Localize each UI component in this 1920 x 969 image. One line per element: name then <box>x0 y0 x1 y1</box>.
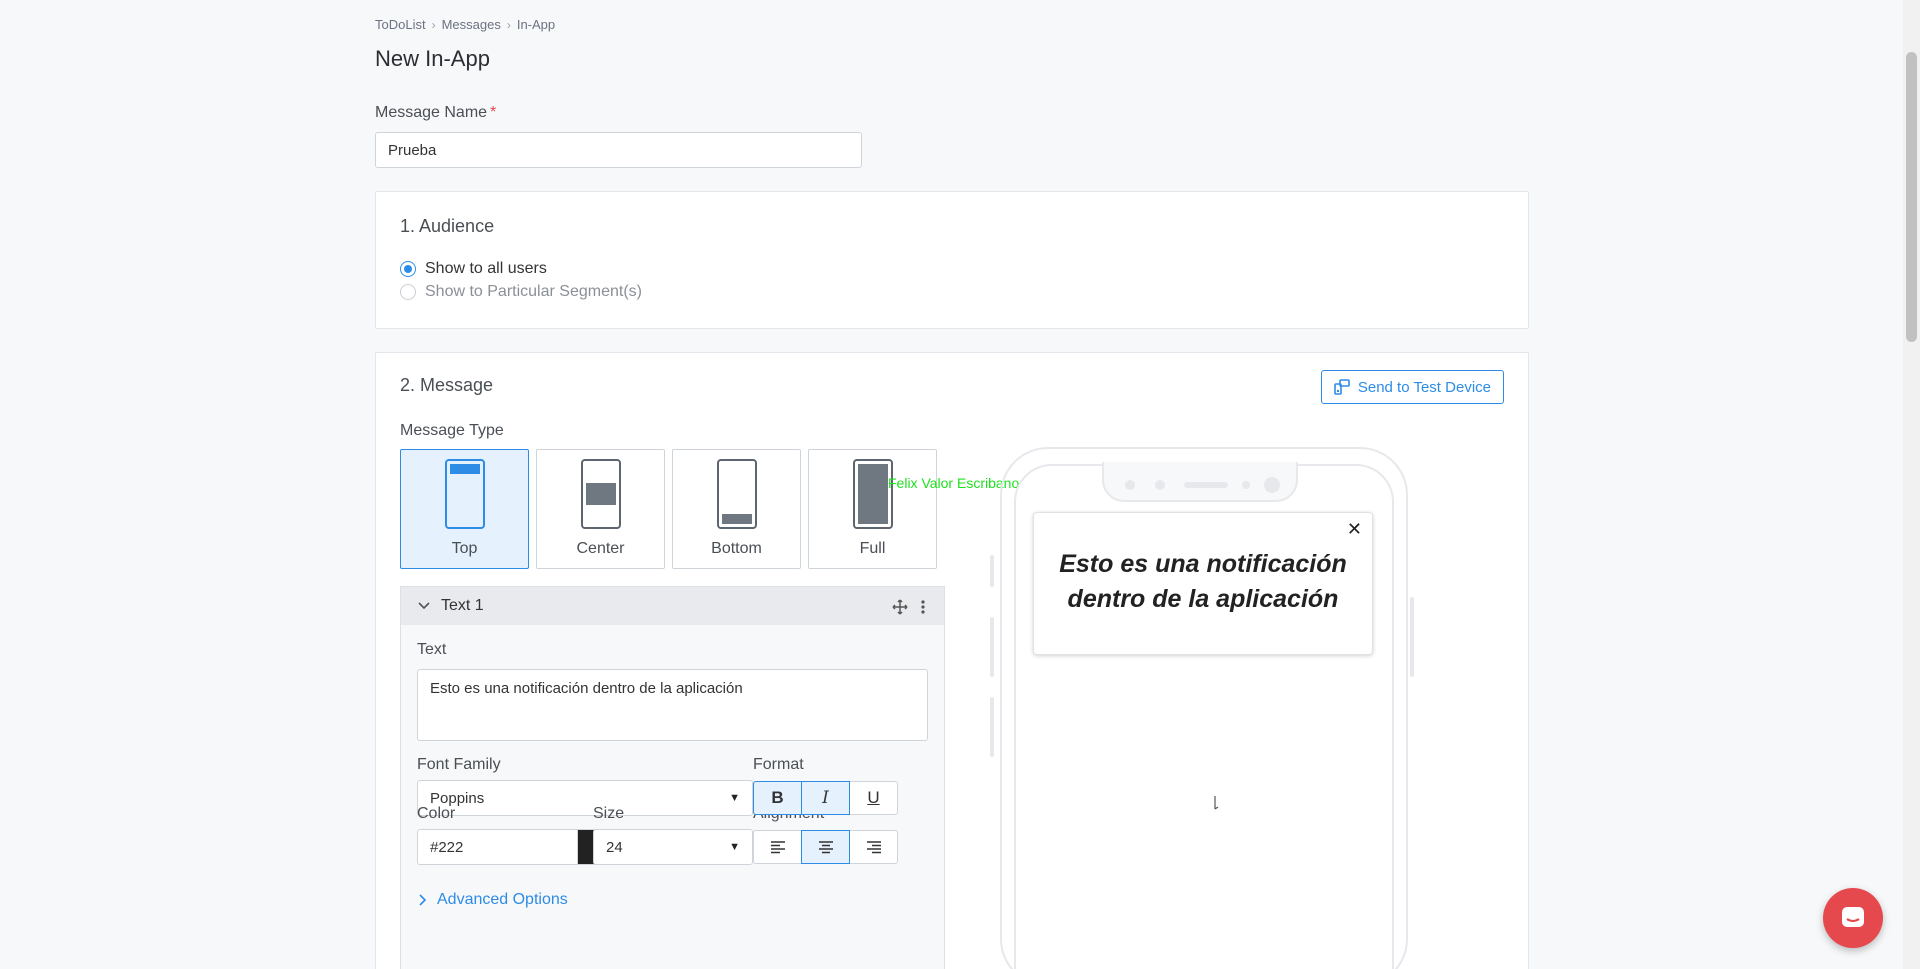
font-family-value: Poppins <box>430 789 485 807</box>
type-center-icon <box>580 459 621 529</box>
align-center-button[interactable] <box>801 830 850 864</box>
italic-icon: I <box>822 788 829 808</box>
type-bottom-icon <box>716 459 757 529</box>
test-device-icon <box>1334 379 1350 395</box>
phone-notch <box>1102 462 1298 502</box>
notch-sensors-icon <box>1125 477 1280 493</box>
radio-segments-dot[interactable] <box>400 284 416 300</box>
underline-button[interactable]: U <box>849 781 898 815</box>
audience-title: 1. Audience <box>400 216 495 236</box>
color-label: Color <box>417 805 456 822</box>
type-center-tile[interactable]: Center <box>536 449 665 569</box>
align-right-icon <box>866 841 881 854</box>
radio-all-users-label: Show to all users <box>425 260 547 277</box>
message-name-label: Message Name * <box>375 104 496 122</box>
phone-side-button <box>990 697 994 757</box>
move-icon[interactable] <box>892 599 908 615</box>
alignment-buttons <box>753 830 898 864</box>
format-buttons: B I U <box>753 781 898 815</box>
send-to-test-device-label: Send to Test Device <box>1357 378 1491 396</box>
breadcrumb: ToDoList › Messages › In-App <box>375 17 555 32</box>
font-family-select[interactable]: Poppins ▼ <box>417 780 753 816</box>
chevron-right-icon <box>419 894 427 906</box>
type-top-label: Top <box>451 540 478 557</box>
text-input[interactable]: Esto es una notificación dentro de la ap… <box>417 669 928 741</box>
message-name-label-text: Message Name <box>375 104 488 121</box>
type-full-tile[interactable]: Full <box>808 449 937 569</box>
chat-icon <box>1842 907 1864 927</box>
required-mark: * <box>490 104 497 121</box>
notification-text: Esto es una notificación dentro de la ap… <box>1059 550 1347 613</box>
bold-button[interactable]: B <box>753 781 802 815</box>
close-icon[interactable]: ✕ <box>1347 519 1362 540</box>
text-label: Text <box>417 641 447 658</box>
bold-icon: B <box>771 788 784 807</box>
message-type-label: Message Type <box>400 422 504 439</box>
text-block-body: Text Esto es una notificación dentro de … <box>400 625 945 969</box>
underline-icon: U <box>867 788 880 807</box>
breadcrumb-item-in-app: In-App <box>516 17 556 32</box>
message-title: 2. Message <box>400 375 494 395</box>
phone-side-button <box>1410 597 1414 677</box>
phone-side-button <box>990 555 994 587</box>
type-full-icon <box>852 459 893 529</box>
more-options-icon[interactable] <box>920 599 926 615</box>
align-left-button[interactable] <box>753 830 802 864</box>
type-center-label: Center <box>576 540 625 557</box>
type-full-label: Full <box>859 540 886 557</box>
radio-all-users-dot[interactable] <box>400 261 416 277</box>
radio-segments[interactable]: Show to Particular Segment(s) <box>400 283 642 301</box>
page-scrollbar[interactable] <box>1903 0 1920 969</box>
message-name-input[interactable] <box>375 132 862 168</box>
type-top-icon <box>444 459 485 529</box>
breadcrumb-separator: › <box>431 17 436 32</box>
breadcrumb-item-messages[interactable]: Messages <box>442 17 501 32</box>
caret-down-icon: ▼ <box>729 792 740 804</box>
align-right-button[interactable] <box>849 830 898 864</box>
chat-launcher-button[interactable] <box>1823 888 1883 948</box>
size-value: 24 <box>606 838 623 856</box>
type-bottom-tile[interactable]: Bottom <box>672 449 801 569</box>
audience-card: 1. Audience Show to all users Show to Pa… <box>375 191 1529 329</box>
type-bottom-label: Bottom <box>711 540 762 557</box>
align-center-icon <box>818 841 833 854</box>
send-to-test-device-button[interactable]: Send to Test Device <box>1320 370 1504 404</box>
radio-segments-label: Show to Particular Segment(s) <box>425 283 642 300</box>
text-block-title: Text 1 <box>441 597 484 614</box>
size-label: Size <box>593 805 625 822</box>
breadcrumb-separator: › <box>506 17 511 32</box>
text-cursor-icon <box>1214 796 1219 810</box>
type-top-tile[interactable]: Top <box>400 449 529 569</box>
advanced-options-toggle[interactable]: Advanced Options <box>417 891 568 909</box>
size-select[interactable]: 24 ▼ <box>593 829 753 865</box>
color-input[interactable]: #222 <box>417 829 577 865</box>
radio-all-users[interactable]: Show to all users <box>400 260 547 278</box>
phone-side-button <box>990 617 994 677</box>
caret-down-icon: ▼ <box>729 841 740 853</box>
font-family-label: Font Family <box>417 756 501 773</box>
scrollbar-thumb[interactable] <box>1906 52 1917 342</box>
breadcrumb-item-todolist[interactable]: ToDoList <box>375 17 426 32</box>
advanced-options-label: Advanced Options <box>437 891 568 908</box>
chevron-down-icon[interactable] <box>417 599 431 613</box>
text-block-header[interactable]: Text 1 <box>400 586 945 625</box>
notification-preview: ✕ Esto es una notificación dentro de la … <box>1033 512 1373 655</box>
page-title: New In-App <box>375 46 490 71</box>
align-left-icon <box>770 841 785 854</box>
italic-button[interactable]: I <box>801 781 850 815</box>
format-label: Format <box>753 756 804 773</box>
